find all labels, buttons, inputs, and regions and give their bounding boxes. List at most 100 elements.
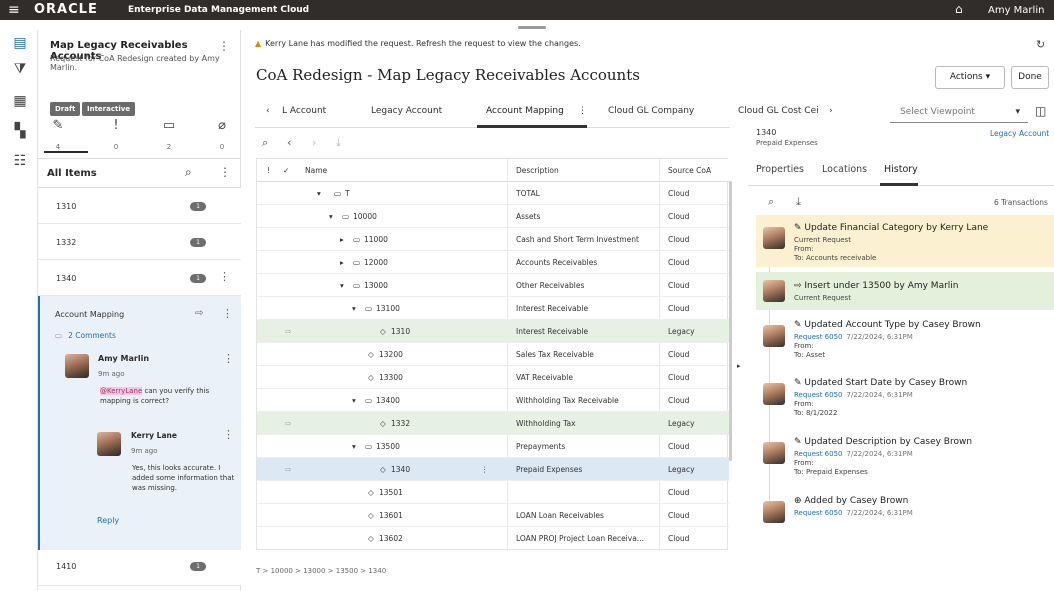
tab-cloud-gl-company[interactable]: Cloud GL Company bbox=[608, 106, 694, 116]
tab-legacy-account[interactable]: Legacy Account bbox=[371, 106, 442, 116]
collapse-icon[interactable]: ▾ bbox=[317, 189, 321, 198]
comment-kebab-icon[interactable]: ⋮ bbox=[223, 352, 234, 365]
table-row[interactable]: ⇨ ◇ 1310 Interest Receivable Legacy bbox=[257, 320, 729, 343]
request-subtitle: Request for CoA Redesign created by Amy … bbox=[50, 54, 220, 72]
items-count: 4 bbox=[55, 143, 61, 151]
name-header[interactable]: Name bbox=[305, 166, 327, 175]
next-icon[interactable]: › bbox=[312, 136, 316, 149]
table-row[interactable]: ◇ 13300 VAT Receivable Cloud bbox=[257, 366, 729, 389]
expand-icon[interactable]: ▸ bbox=[340, 258, 344, 267]
list-item[interactable]: 1340 1 ⋮ bbox=[38, 260, 241, 296]
collapse-icon[interactable]: ▾ bbox=[340, 281, 344, 290]
table-row[interactable]: ▾ ▭ 13100 Interest Receivable Cloud bbox=[257, 297, 729, 320]
tab-kebab-icon[interactable]: ⋮ bbox=[578, 106, 587, 116]
tab-account-mapping[interactable]: Account Mapping bbox=[486, 106, 564, 116]
comments-link[interactable]: ▭ 2 Comments bbox=[55, 331, 116, 340]
request-link[interactable]: Request 6050 bbox=[794, 333, 842, 341]
modified-notice: ▲ Kerry Lane has modified the request. Re… bbox=[255, 39, 581, 48]
items-kebab-icon[interactable]: ⋮ bbox=[219, 165, 231, 179]
collapse-panel-icon[interactable]: ▸ bbox=[737, 362, 741, 370]
request-link[interactable]: Request 6050 bbox=[794, 509, 842, 517]
attachments-icon[interactable]: ⌀ bbox=[212, 118, 232, 133]
table-row[interactable]: ▾ ▭ 13400 Withholding Tax Receivable Cloud bbox=[257, 389, 729, 412]
table-row[interactable]: ◇ 13501 Cloud bbox=[257, 481, 729, 504]
source-header[interactable]: Source CoA bbox=[668, 166, 711, 175]
history-entry[interactable]: ⇨ Insert under 13500 by Amy Marlin Curre… bbox=[756, 272, 1054, 310]
hamburger-menu-icon[interactable]: ≡ bbox=[8, 3, 20, 17]
search-icon[interactable]: ⌕ bbox=[262, 136, 268, 150]
request-list-icon[interactable]: ▤ bbox=[11, 34, 29, 52]
table-row[interactable]: ▾ ▭ 13500 Prepayments Cloud bbox=[257, 435, 729, 458]
dashboard-icon[interactable]: ▚ bbox=[11, 122, 29, 140]
row-kebab-icon[interactable]: ⋮ bbox=[481, 465, 489, 474]
refresh-icon[interactable]: ↻ bbox=[1036, 38, 1045, 51]
collapse-icon[interactable]: ▾ bbox=[352, 396, 356, 405]
actions-button[interactable]: Actions ▾ bbox=[935, 66, 1005, 89]
table-row[interactable]: ⇨ ◇ 1332 Withholding Tax Legacy bbox=[257, 412, 729, 435]
history-entry[interactable]: ✎ Updated Start Date by Casey Brown Requ… bbox=[756, 375, 1054, 427]
list-item[interactable]: 1332 1 bbox=[38, 224, 241, 260]
issues-icon[interactable]: ! bbox=[106, 118, 126, 133]
table-row[interactable]: ▸ ▭ 11000 Cash and Short Term Investment Clo… bbox=[257, 228, 729, 251]
tab-history[interactable]: History bbox=[884, 164, 918, 175]
drag-handle[interactable] bbox=[518, 26, 546, 29]
home-icon[interactable]: ⌂ bbox=[955, 3, 963, 15]
grid-scrollbar[interactable] bbox=[729, 181, 732, 461]
user-menu[interactable]: Amy Marlin bbox=[988, 6, 1044, 16]
expand-icon[interactable]: ▸ bbox=[340, 235, 344, 244]
action-type: Account Mapping bbox=[55, 310, 125, 319]
items-icon[interactable]: ✎ bbox=[48, 118, 68, 133]
mention[interactable]: @KerryLane bbox=[100, 387, 143, 395]
tabs-next-icon[interactable]: › bbox=[829, 106, 833, 116]
list-item[interactable]: 1310 1 bbox=[38, 188, 241, 224]
download-icon[interactable]: ⤓ bbox=[336, 136, 341, 150]
list-item[interactable]: 1410 1 bbox=[38, 550, 241, 586]
table-row[interactable]: ▾ ▭ 13000 Other Receivables Cloud bbox=[257, 274, 729, 297]
legacy-account-link[interactable]: Legacy Account bbox=[990, 129, 1049, 138]
search-icon[interactable]: ⌕ bbox=[185, 165, 192, 180]
download-icon[interactable]: ⤓ bbox=[796, 195, 801, 209]
tab-locations[interactable]: Locations bbox=[822, 164, 867, 175]
table-row[interactable]: ◇ 13200 Sales Tax Receivable Cloud bbox=[257, 343, 729, 366]
request-link[interactable]: Request 6050 bbox=[794, 391, 842, 399]
table-row[interactable]: ▾ ▭ 10000 Assets Cloud bbox=[257, 205, 729, 228]
tabs-prev-icon[interactable]: ‹ bbox=[266, 106, 270, 116]
request-kebab-icon[interactable]: ⋮ bbox=[218, 39, 230, 53]
comment-kebab-icon[interactable]: ⋮ bbox=[223, 428, 234, 441]
table-row[interactable]: ▸ ▭ 12000 Accounts Receivables Cloud bbox=[257, 251, 729, 274]
count-badge: 1 bbox=[190, 202, 206, 211]
folder-icon: ▭ bbox=[365, 442, 373, 451]
collapse-icon[interactable]: ▾ bbox=[329, 212, 333, 221]
reply-link[interactable]: Reply bbox=[97, 516, 119, 525]
active-tab-indicator bbox=[477, 125, 587, 128]
history-entry[interactable]: ✎ Updated Account Type by Casey Brown Re… bbox=[756, 317, 1054, 369]
history-entry[interactable]: ✎ Updated Description by Casey Brown Req… bbox=[756, 434, 1054, 486]
split-panel-icon[interactable]: ◫ bbox=[1035, 104, 1046, 118]
views-icon[interactable]: ▦ bbox=[11, 92, 29, 110]
history-entry[interactable]: ✎ Update Financial Category by Kerry Lan… bbox=[756, 215, 1054, 267]
clipboard-icon[interactable]: ☷ bbox=[11, 152, 29, 170]
tab-l-account[interactable]: L Account bbox=[282, 106, 326, 116]
collapse-icon[interactable]: ▾ bbox=[352, 442, 356, 451]
prev-icon[interactable]: ‹ bbox=[287, 136, 291, 149]
done-button[interactable]: Done bbox=[1011, 66, 1049, 89]
filter-icon[interactable]: ⧩ bbox=[11, 60, 29, 78]
table-row[interactable]: ◇ 13601 LOAN Loan Receivables Cloud bbox=[257, 504, 729, 527]
comments-icon[interactable]: ▭ bbox=[159, 118, 179, 133]
description-header[interactable]: Description bbox=[516, 166, 559, 175]
table-row-selected[interactable]: ⇨ ◇ 1340 ⋮ Prepaid Expenses Legacy bbox=[257, 458, 729, 481]
request-link[interactable]: Request 6050 bbox=[794, 450, 842, 458]
history-entry[interactable]: ⊕ Added by Casey Brown Request 6050 7/22/… bbox=[756, 493, 1054, 533]
chevron-down-icon: ▾ bbox=[1015, 107, 1020, 117]
tab-properties[interactable]: Properties bbox=[756, 164, 804, 175]
item-kebab-icon[interactable]: ⋮ bbox=[219, 270, 230, 283]
search-icon[interactable]: ⌕ bbox=[768, 195, 774, 209]
tab-cloud-gl-cost-center[interactable]: Cloud GL Cost Cei bbox=[738, 106, 819, 116]
viewpoint-select[interactable]: Select Viewpoint ▾ bbox=[890, 101, 1028, 123]
collapse-icon[interactable]: ▾ bbox=[352, 304, 356, 313]
table-row[interactable]: ◇ 13602 LOAN PROJ Project Loan Receiva... C… bbox=[257, 527, 729, 550]
detail-kebab-icon[interactable]: ⋮ bbox=[222, 307, 233, 320]
count-badge: 1 bbox=[190, 274, 206, 283]
move-icon: ⇨ bbox=[285, 419, 292, 428]
table-row[interactable]: ▾ ▭ T TOTAL Cloud bbox=[257, 182, 729, 205]
